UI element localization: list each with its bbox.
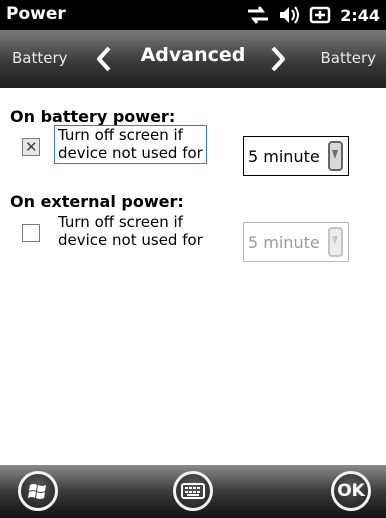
external-timeout-value: 5 minute	[248, 233, 320, 252]
keyboard-button[interactable]	[173, 471, 213, 511]
volume-icon	[280, 6, 300, 24]
dropdown-arrow-icon	[332, 150, 338, 159]
external-dropdown-button[interactable]	[328, 227, 343, 257]
external-label-line1: Turn off screen if	[58, 213, 183, 231]
external-turn-off-label[interactable]: Turn off screen if device not used for	[54, 213, 207, 249]
battery-label-line2: device not used for	[58, 144, 203, 162]
windows-start-icon	[28, 484, 46, 499]
external-label-line2: device not used for	[58, 231, 203, 249]
checkmark-icon: ✕	[25, 138, 38, 156]
status-icons: 2:44	[246, 3, 380, 27]
keyboard-icon	[181, 483, 205, 499]
connectivity-arrows-icon	[248, 6, 269, 24]
ok-button[interactable]: OK	[331, 471, 371, 511]
status-time: 2:44	[340, 5, 380, 25]
ok-label: OK	[337, 481, 365, 501]
tab-next[interactable]: Battery	[320, 49, 376, 67]
external-timeout-dropdown[interactable]: 5 minute	[243, 222, 349, 262]
battery-turn-off-checkbox[interactable]: ✕	[22, 138, 40, 156]
battery-power-heading: On battery power:	[10, 107, 176, 126]
battery-label-line1: Turn off screen if	[58, 126, 183, 144]
battery-dropdown-button[interactable]	[328, 141, 343, 171]
chevron-right-icon[interactable]	[270, 46, 286, 72]
external-turn-off-checkbox[interactable]	[22, 224, 40, 242]
status-bar: Power 2:44	[0, 0, 386, 30]
battery-timeout-value: 5 minute	[248, 147, 320, 166]
external-power-heading: On external power:	[10, 192, 184, 211]
status-title: Power	[6, 4, 66, 24]
tab-header: Battery Advanced Battery	[0, 30, 386, 88]
battery-turn-off-label[interactable]: Turn off screen if device not used for	[54, 125, 207, 164]
softkey-bar: OK	[0, 465, 386, 518]
battery-timeout-dropdown[interactable]: 5 minute	[243, 136, 349, 176]
dropdown-arrow-icon	[332, 236, 338, 245]
start-button[interactable]	[18, 471, 58, 511]
battery-charging-icon	[309, 6, 331, 24]
